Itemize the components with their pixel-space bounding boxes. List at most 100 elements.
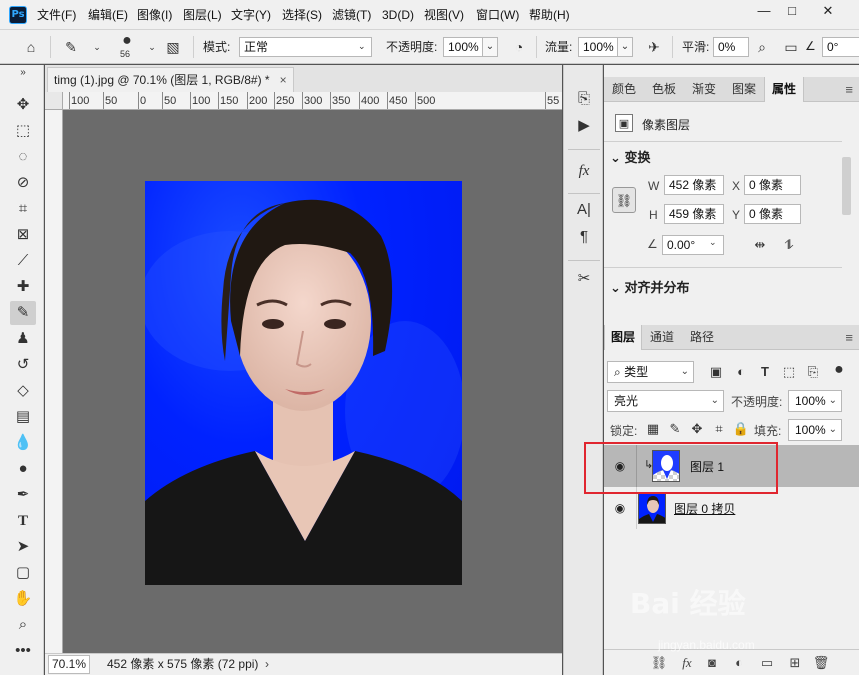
more-tools-icon[interactable]: ••• <box>10 639 36 663</box>
collapse-icon[interactable]: » <box>10 67 36 79</box>
frame-tool-icon[interactable]: ⊠ <box>10 223 36 247</box>
height-field[interactable]: 459 像素 <box>664 204 724 224</box>
menu-file[interactable]: 文件(F) <box>37 0 76 30</box>
menu-type[interactable]: 文字(Y) <box>231 0 271 30</box>
eye-icon[interactable]: ◉ <box>612 500 628 516</box>
fx-icon[interactable]: fx <box>678 654 696 672</box>
eraser-tool-icon[interactable]: ◇ <box>10 379 36 403</box>
new-group-icon[interactable]: ▭ <box>758 654 776 672</box>
close-tab-icon[interactable]: × <box>280 73 287 87</box>
lock-transparency-icon[interactable]: ▦ <box>644 420 662 438</box>
tool-presets-icon[interactable]: ✂ <box>572 267 596 291</box>
menu-layer[interactable]: 图层(L) <box>183 0 222 30</box>
chevron-down-icon[interactable]: ⌄ <box>88 38 106 56</box>
filter-toggle-icon[interactable]: ● <box>830 361 848 379</box>
tab-color[interactable]: 颜色 <box>604 77 644 102</box>
move-tool-icon[interactable]: ✥ <box>10 93 36 117</box>
lock-all-icon[interactable]: 🔒 <box>732 420 750 438</box>
y-field[interactable]: 0 像素 <box>744 204 801 224</box>
chevron-down-icon[interactable]: ⌄ <box>709 237 717 248</box>
menu-window[interactable]: 窗口(W) <box>476 0 519 30</box>
link-dimensions-icon[interactable]: ⛓ <box>612 187 636 213</box>
search-icon[interactable]: ⌕ <box>753 38 771 56</box>
chevron-down-icon[interactable]: ⌄ <box>617 37 633 57</box>
mode-select[interactable]: 正常 <box>239 37 372 57</box>
healing-brush-tool-icon[interactable]: ✚ <box>10 275 36 299</box>
new-layer-icon[interactable]: ⊞ <box>786 654 804 672</box>
close-window-button[interactable]: ✕ <box>812 0 844 22</box>
info-arrow-icon[interactable]: › <box>265 654 269 674</box>
fx-styles-icon[interactable]: fx <box>572 159 596 183</box>
history-panel-icon[interactable]: ⎘ <box>572 87 596 111</box>
brush-tool-icon[interactable]: ✎ <box>10 301 36 325</box>
shape-filter-icon[interactable]: ⬚ <box>780 363 798 381</box>
fill-field[interactable]: 100% ⌄ <box>788 419 842 441</box>
layer-row[interactable]: ◉ 图层 0 拷贝 <box>604 487 859 529</box>
brush-preset-icon[interactable]: ● <box>118 32 136 50</box>
eyedropper-tool-icon[interactable]: ⟋ <box>10 249 36 273</box>
zoom-field[interactable]: 70.1% <box>48 655 90 674</box>
dodge-tool-icon[interactable]: ● <box>10 457 36 481</box>
character-panel-icon[interactable]: A| <box>572 198 596 222</box>
blur-tool-icon[interactable]: 💧 <box>10 431 36 455</box>
menu-help[interactable]: 帮助(H) <box>529 0 570 30</box>
history-brush-tool-icon[interactable]: ↺ <box>10 353 36 377</box>
smart-object-filter-icon[interactable]: ⎘ <box>804 363 822 381</box>
menu-select[interactable]: 选择(S) <box>282 0 322 30</box>
panel-menu-icon[interactable]: ≡ <box>845 77 853 102</box>
gradient-tool-icon[interactable]: ▤ <box>10 405 36 429</box>
layer-filter-select[interactable]: ⌕ 类型 ⌄ <box>607 361 694 383</box>
menu-view[interactable]: 视图(V) <box>424 0 464 30</box>
properties-scrollbar[interactable] <box>842 157 851 215</box>
flip-vertical-icon[interactable]: ⥮ <box>780 236 798 254</box>
paragraph-panel-icon[interactable]: ¶ <box>572 225 596 249</box>
home-icon[interactable]: ⌂ <box>22 38 40 56</box>
layer-name[interactable]: 图层 0 拷贝 <box>674 500 735 517</box>
chevron-down-icon[interactable]: ⌄ <box>482 37 498 57</box>
airbrush-icon[interactable]: ✈ <box>645 38 663 56</box>
flip-horizontal-icon[interactable]: ⇹ <box>751 236 769 254</box>
vertical-ruler[interactable] <box>45 110 63 655</box>
layer-mask-icon[interactable]: ◙ <box>703 654 721 672</box>
zoom-tool-icon[interactable]: ⌕ <box>10 613 36 637</box>
tab-paths[interactable]: 路径 <box>682 325 722 350</box>
menu-3d[interactable]: 3D(D) <box>382 0 414 30</box>
adjustment-layer-icon[interactable]: ◐ <box>730 654 748 672</box>
stamp-tool-icon[interactable]: ♟ <box>10 327 36 351</box>
smoothing-field[interactable]: 0% <box>713 37 749 57</box>
menu-edit[interactable]: 编辑(E) <box>88 0 128 30</box>
flow-field[interactable]: 100% <box>578 37 618 57</box>
tab-layers[interactable]: 图层 <box>604 325 642 350</box>
transform-section[interactable]: ⌄ 变换 <box>610 147 651 166</box>
adjustment-filter-icon[interactable]: ◐ <box>732 363 750 381</box>
lasso-tool-icon[interactable]: ◌ <box>10 145 36 169</box>
shape-tool-icon[interactable]: ▢ <box>10 561 36 585</box>
type-filter-icon[interactable]: T <box>756 363 774 381</box>
crop-tool-icon[interactable]: ⌗ <box>10 197 36 221</box>
eye-icon[interactable]: ◉ <box>612 458 628 474</box>
layer-name[interactable]: 图层 1 <box>690 458 724 475</box>
type-tool-icon[interactable]: T <box>10 509 36 533</box>
layer-opacity-field[interactable]: 100% ⌄ <box>788 390 842 412</box>
brush-tool-icon[interactable]: ✎ <box>62 38 80 56</box>
path-select-tool-icon[interactable]: ➤ <box>10 535 36 559</box>
pixel-filter-icon[interactable]: ▣ <box>707 363 725 381</box>
marquee-tool-icon[interactable]: ⬚ <box>10 119 36 143</box>
trash-icon[interactable]: 🗑 <box>812 654 830 672</box>
portrait-photo[interactable] <box>145 181 462 585</box>
lock-position-icon[interactable]: ✥ <box>688 420 706 438</box>
lock-artboard-icon[interactable]: ⌗ <box>710 420 728 438</box>
symmetry-icon[interactable]: ▭ <box>782 38 800 56</box>
menu-filter[interactable]: 滤镜(T) <box>332 0 371 30</box>
tab-gradients[interactable]: 渐变 <box>684 77 724 102</box>
hand-tool-icon[interactable]: ✋ <box>10 587 36 611</box>
canvas[interactable] <box>63 110 562 655</box>
actions-play-icon[interactable]: ▶ <box>572 114 596 138</box>
tab-channels[interactable]: 通道 <box>642 325 682 350</box>
quick-select-tool-icon[interactable]: ⊘ <box>10 171 36 195</box>
align-section[interactable]: ⌄ 对齐并分布 <box>610 277 690 296</box>
layer-row[interactable]: ◉ ↳ 图层 1 <box>604 445 859 487</box>
tab-properties[interactable]: 属性 <box>764 77 804 102</box>
document-tab[interactable]: timg (1).jpg @ 70.1% (图层 1, RGB/8#) * × <box>47 67 294 92</box>
tab-patterns[interactable]: 图案 <box>724 77 764 102</box>
